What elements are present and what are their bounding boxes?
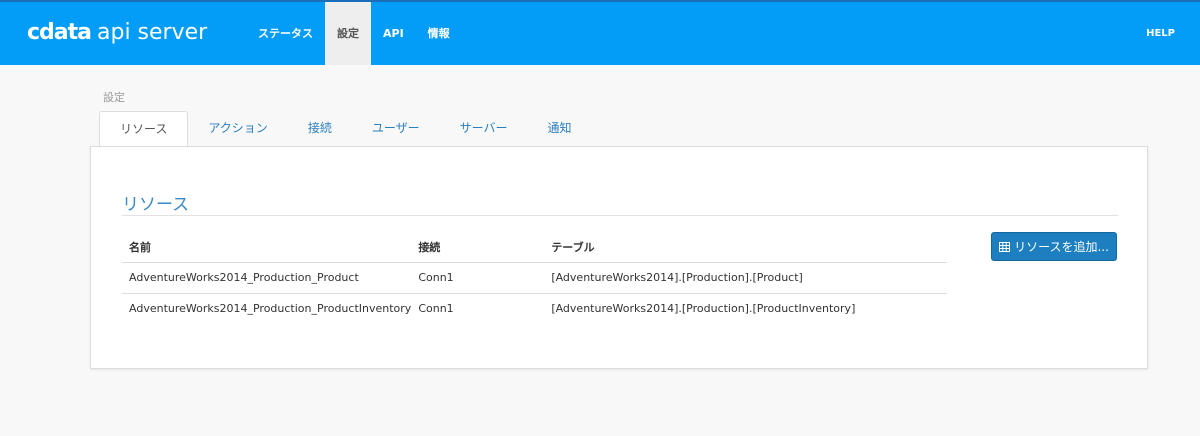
breadcrumb: 設定 — [103, 91, 125, 104]
tab-server[interactable]: サーバー — [440, 111, 528, 146]
nav-info[interactable]: 情報 — [416, 2, 462, 65]
nav-settings[interactable]: 設定 — [325, 2, 371, 65]
settings-tabs: リソース アクション 接続 ユーザー サーバー 通知 — [99, 111, 592, 147]
tab-notifications[interactable]: 通知 — [527, 111, 591, 146]
panel-title: リソース — [122, 195, 190, 215]
main-nav: ステータス 設定 API 情報 — [246, 2, 462, 65]
tab-users[interactable]: ユーザー — [352, 111, 440, 146]
table-row[interactable]: AdventureWorks2014_Production_ProductInv… — [122, 293, 947, 324]
tab-actions[interactable]: アクション — [188, 111, 287, 146]
resources-table: 名前 接続 テーブル AdventureWorks2014_Production… — [122, 233, 947, 324]
col-name[interactable]: 名前 — [122, 233, 412, 263]
top-header: cdata api server ステータス 設定 API 情報 HELP — [0, 0, 1200, 65]
nav-status[interactable]: ステータス — [246, 2, 325, 65]
resources-panel: リソース 名前 接続 テーブル AdventureWorks2014_Produ… — [90, 146, 1148, 369]
cell-name[interactable]: AdventureWorks2014_Production_ProductInv… — [122, 293, 411, 324]
col-connection[interactable]: 接続 — [411, 233, 545, 263]
divider — [122, 215, 1118, 216]
cell-connection: Conn1 — [418, 302, 454, 316]
nav-api[interactable]: API — [371, 2, 416, 65]
table-row[interactable]: AdventureWorks2014_Production_Product Co… — [122, 262, 947, 294]
add-resource-label: リソースを追加... — [1014, 240, 1109, 254]
logo-brand: cdata — [27, 20, 92, 45]
add-resource-button[interactable]: リソースを追加... — [991, 232, 1117, 261]
table-icon — [999, 241, 1011, 252]
cell-table: [AdventureWorks2014].[Production].[Produ… — [551, 302, 856, 316]
cell-name[interactable]: AdventureWorks2014_Production_Product — [122, 262, 412, 294]
cell-table: [AdventureWorks2014].[Production].[Produ… — [544, 262, 947, 294]
logo-product: api server — [97, 20, 208, 45]
help-link[interactable]: HELP — [1146, 2, 1175, 65]
logo[interactable]: cdata api server — [27, 20, 207, 45]
table-header: 名前 接続 テーブル — [122, 233, 947, 263]
cell-connection: Conn1 — [411, 262, 545, 294]
col-table[interactable]: テーブル — [544, 233, 947, 263]
tab-connections[interactable]: 接続 — [288, 111, 352, 146]
tab-resources[interactable]: リソース — [99, 111, 189, 147]
